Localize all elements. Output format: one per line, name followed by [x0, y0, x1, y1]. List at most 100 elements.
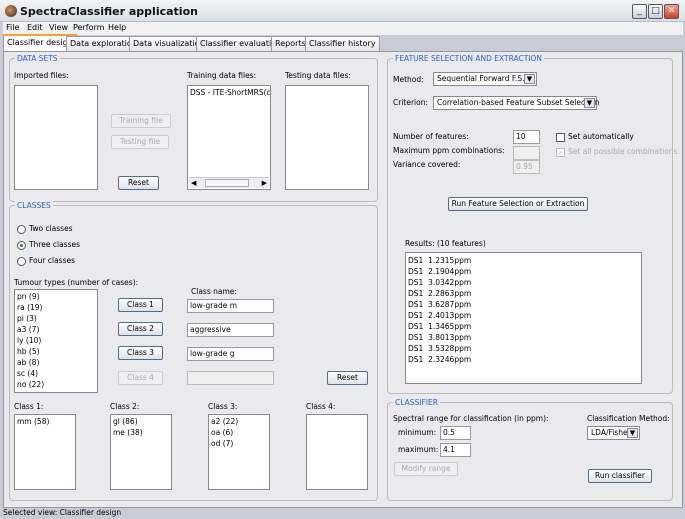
list-item[interactable]: pn (9) [17, 291, 95, 302]
radio-three-classes[interactable] [17, 241, 26, 250]
minimize-button[interactable]: _ [632, 4, 647, 19]
max-ppm-input[interactable] [513, 146, 540, 160]
imported-files-label: Imported files: [14, 71, 69, 80]
list-item[interactable]: gl (86) [113, 416, 169, 427]
list-item[interactable]: DS1 3.8013ppm [408, 332, 639, 343]
list-item[interactable]: DS1 2.3246ppm [408, 354, 639, 365]
list-item[interactable]: a2 (22) [211, 416, 267, 427]
maximize-button[interactable]: □ [648, 4, 663, 19]
imported-files-list[interactable] [14, 85, 98, 190]
class-4-name-input[interactable] [187, 371, 274, 385]
class-4-button[interactable]: Class 4 [118, 371, 163, 385]
classification-method-select[interactable]: LDA/Fisher ▼ [587, 426, 640, 440]
menu-help[interactable]: Help [108, 23, 126, 32]
list-item[interactable]: mm (58) [17, 416, 73, 427]
menu-file[interactable]: File [6, 23, 19, 32]
num-features-label: Number of features: [393, 132, 469, 141]
list-item[interactable]: DS1 3.6287ppm [408, 299, 639, 310]
scroll-right-icon[interactable]: ▶ [262, 178, 267, 189]
chevron-down-icon[interactable]: ▼ [524, 74, 535, 84]
list-item[interactable]: a3 (7) [17, 324, 95, 335]
tab-classifier-history[interactable]: Classifier history [305, 36, 380, 51]
class-1-name-input[interactable]: low-grade m [187, 299, 274, 313]
list-item[interactable]: DS1 1.3465ppm [408, 321, 639, 332]
class-4-list[interactable] [306, 414, 368, 490]
class-3-button[interactable]: Class 3 [118, 346, 163, 360]
criterion-label: Criterion: [393, 98, 428, 107]
radio-four-classes-label[interactable]: Four classes [29, 256, 75, 265]
list-item[interactable]: ab (8) [17, 357, 95, 368]
chevron-down-icon[interactable]: ▼ [584, 98, 595, 108]
testing-files-label: Testing data files: [285, 71, 351, 80]
testing-files-list[interactable] [285, 85, 369, 190]
set-automatically-label[interactable]: Set automatically [568, 132, 634, 141]
class-name-label: Class name: [191, 287, 237, 296]
datasets-reset-button[interactable]: Reset [118, 176, 159, 190]
list-item[interactable]: pi (3) [17, 313, 95, 324]
list-item[interactable]: DS1 3.0342ppm [408, 277, 639, 288]
list-item[interactable]: no (22) [17, 379, 95, 390]
variance-input[interactable]: 0.95 [513, 160, 540, 174]
list-item[interactable]: me (38) [113, 427, 169, 438]
radio-two-classes[interactable] [17, 225, 26, 234]
tumour-types-list[interactable]: pn (9) ra (19) pi (3) a3 (7) ly (10) hb … [14, 289, 98, 393]
radio-two-classes-label[interactable]: Two classes [29, 224, 73, 233]
class-3-list[interactable]: a2 (22) oa (6) od (7) [208, 414, 270, 490]
list-item[interactable]: oa (6) [211, 427, 267, 438]
menu-edit[interactable]: Edit [27, 23, 43, 32]
set-all-combinations-label[interactable]: Set all possible combinations [568, 147, 677, 156]
minimum-label: minimum: [398, 428, 437, 437]
results-list[interactable]: DS1 1.2315ppm DS1 2.1904ppm DS1 3.0342ppm D… [405, 252, 642, 384]
set-automatically-checkbox[interactable] [556, 133, 565, 142]
spectral-range-label: Spectral range for classification (in pp… [393, 414, 549, 423]
class-3-name-input[interactable]: low-grade g [187, 347, 274, 361]
chevron-down-icon[interactable]: ▼ [627, 428, 638, 438]
app-icon [5, 5, 17, 17]
radio-four-classes[interactable] [17, 257, 26, 266]
set-all-combinations-checkbox[interactable]: ✓ [556, 148, 565, 157]
tumour-types-label: Tumour types (number of cases): [14, 278, 139, 287]
data-sets-title: DATA SETS [15, 54, 60, 63]
classification-method-label: Classification Method: [587, 414, 670, 423]
menu-view[interactable]: View [49, 23, 68, 32]
maximum-input[interactable]: 4.1 [440, 443, 471, 457]
list-item[interactable]: DS1 3.5328ppm [408, 343, 639, 354]
class-2-list-label: Class 2: [110, 402, 140, 411]
scroll-thumb[interactable] [205, 179, 249, 187]
list-item[interactable]: DS1 2.2863ppm [408, 288, 639, 299]
training-files-list[interactable]: DSS - ITE-ShortMRS(con ◀ ▶ [187, 85, 271, 190]
list-item[interactable]: sc (4) [17, 368, 95, 379]
class-2-name-input[interactable]: aggressive [187, 323, 274, 337]
class-2-list[interactable]: gl (86) me (38) [110, 414, 172, 490]
run-feature-selection-button[interactable]: Run Feature Selection or Extraction [448, 197, 588, 211]
horizontal-scrollbar[interactable]: ◀ ▶ [189, 177, 269, 188]
criterion-value: Correlation-based Feature Subset Selecti… [437, 98, 600, 107]
list-item[interactable]: DS1 1.2315ppm [408, 255, 639, 266]
run-classifier-button[interactable]: Run classifier [588, 469, 652, 483]
scroll-left-icon[interactable]: ◀ [191, 178, 196, 189]
menu-perform[interactable]: Perform [73, 23, 104, 32]
criterion-select[interactable]: Correlation-based Feature Subset Selecti… [433, 96, 600, 110]
tab-reports[interactable]: Reports [271, 36, 310, 51]
close-button[interactable]: ✕ [664, 4, 679, 19]
radio-three-classes-label[interactable]: Three classes [29, 240, 80, 249]
class-1-button[interactable]: Class 1 [118, 298, 163, 312]
modify-range-button[interactable]: Modify range [394, 462, 458, 476]
list-item[interactable]: DS1 2.1904ppm [408, 266, 639, 277]
list-item[interactable]: ra (19) [17, 302, 95, 313]
training-file-button[interactable]: Training file [111, 114, 171, 128]
testing-file-button[interactable]: Testing file [111, 135, 169, 149]
classes-reset-button[interactable]: Reset [327, 371, 368, 385]
list-item[interactable]: od (7) [211, 438, 267, 449]
list-item[interactable]: hb (5) [17, 346, 95, 357]
list-item[interactable]: DSS - ITE-ShortMRS(con [190, 87, 270, 98]
list-item[interactable]: ly (10) [17, 335, 95, 346]
num-features-input[interactable]: 10 [513, 130, 540, 144]
method-select[interactable]: Sequential Forward F.S. ▼ [433, 72, 537, 86]
class-2-button[interactable]: Class 2 [118, 322, 163, 336]
class-1-list[interactable]: mm (58) [14, 414, 76, 490]
minimum-input[interactable]: 0.5 [440, 426, 471, 440]
status-bar: Selected view: Classifier design [3, 508, 122, 517]
variance-label: Variance covered: [393, 160, 461, 169]
list-item[interactable]: DS1 2.4013ppm [408, 310, 639, 321]
